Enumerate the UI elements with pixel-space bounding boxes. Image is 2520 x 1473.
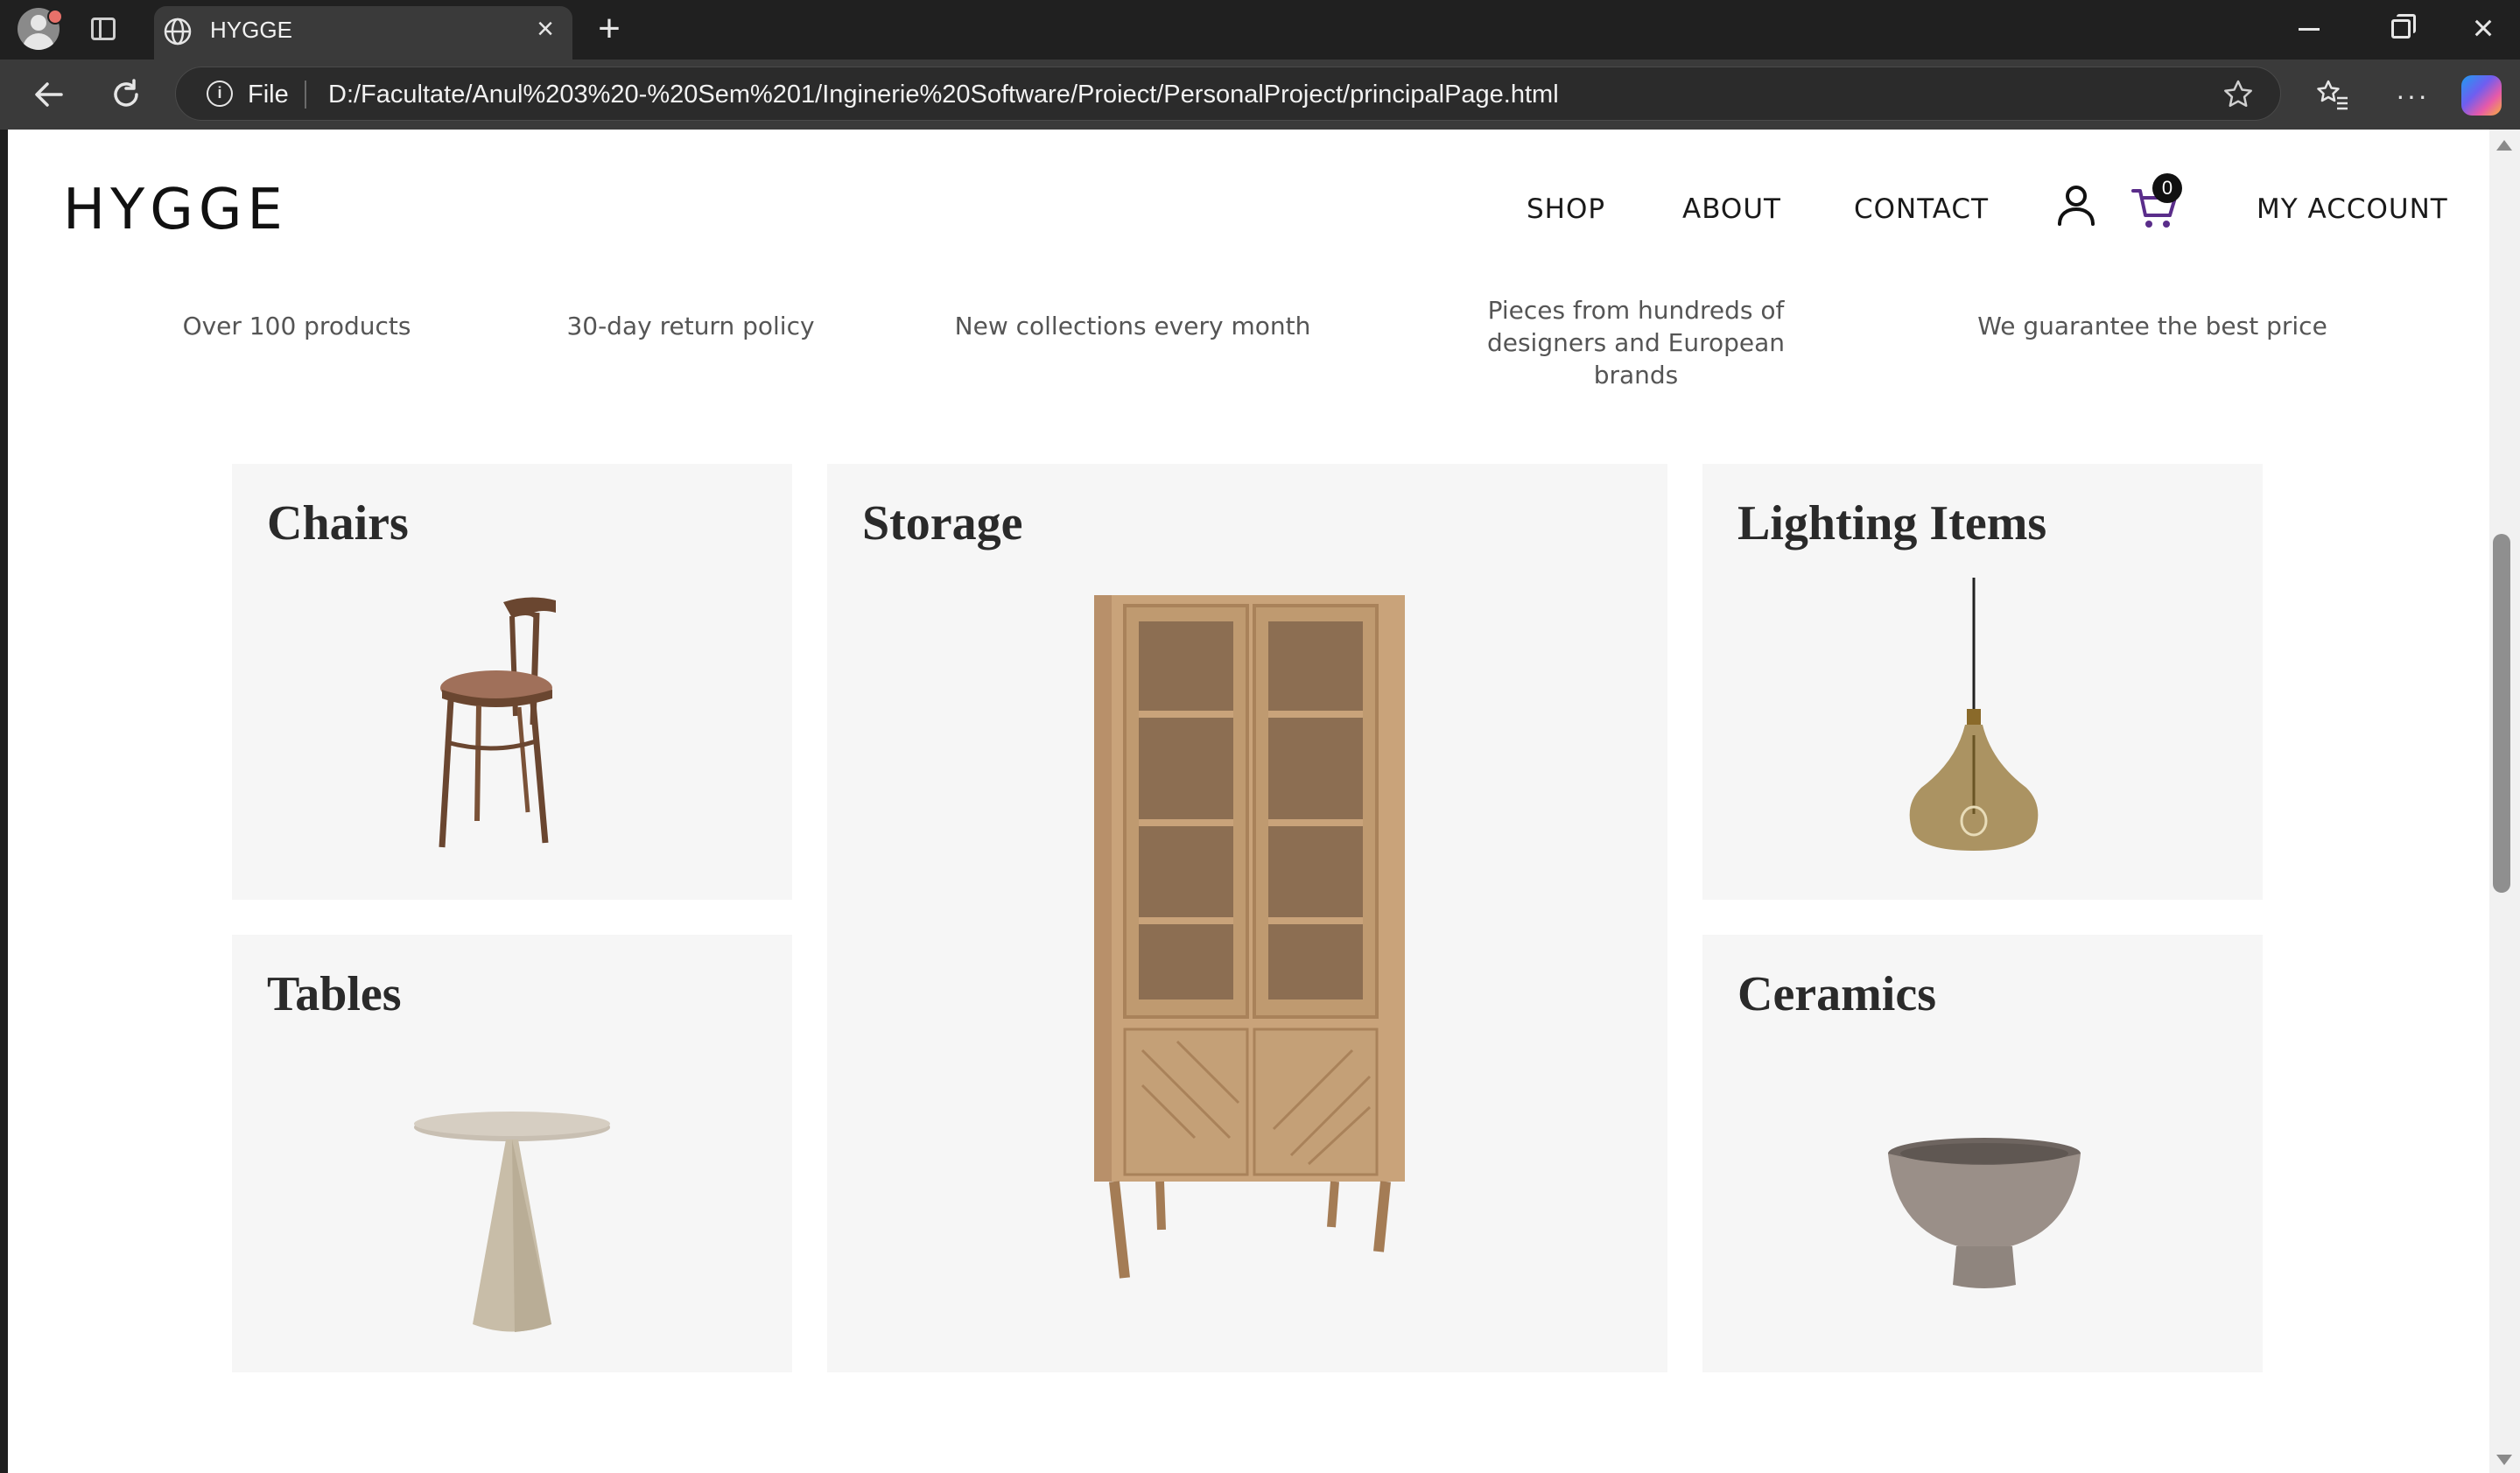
info-icon[interactable]: i <box>207 81 233 107</box>
category-card-storage[interactable]: Storage <box>827 464 1667 1372</box>
tab-title: HYGGE <box>210 17 292 43</box>
globe-icon <box>164 18 192 46</box>
nav-shop[interactable]: SHOP <box>1527 193 1605 226</box>
category-title-ceramics: Ceramics <box>1737 967 1937 1021</box>
scroll-down-arrow-icon[interactable] <box>2496 1455 2512 1465</box>
restore-icon[interactable] <box>2391 19 2411 39</box>
page-viewport: HYGGE SHOP ABOUT CONTACT 0 MY ACCOUNT Ov… <box>8 130 2489 1473</box>
user-icon[interactable] <box>2056 184 2096 228</box>
category-card-tables[interactable]: Tables <box>232 935 792 1372</box>
tab-close-icon[interactable]: × <box>530 14 560 44</box>
new-tab-icon[interactable]: + <box>592 10 627 48</box>
category-title-tables: Tables <box>267 967 402 1021</box>
window-close-icon[interactable]: × <box>2467 10 2500 46</box>
reload-icon[interactable] <box>107 75 145 114</box>
feature-products: Over 100 products <box>182 312 411 340</box>
category-card-chairs[interactable]: Chairs <box>232 464 792 900</box>
feature-designers: Pieces from hundreds of designers and Eu… <box>1486 296 1786 389</box>
category-card-lighting[interactable]: Lighting Items <box>1702 464 2263 900</box>
url-text[interactable]: D:/Facultate/Anul%203%20-%20Sem%201/Ingi… <box>328 79 1559 110</box>
cart-count-badge: 0 <box>2152 173 2182 203</box>
nav-contact[interactable]: CONTACT <box>1854 193 1989 226</box>
back-arrow-icon[interactable] <box>30 75 68 114</box>
favorites-list-icon[interactable] <box>2314 77 2349 112</box>
my-account-link[interactable]: MY ACCOUNT <box>2257 193 2448 226</box>
copilot-icon[interactable] <box>2461 75 2502 116</box>
storage-cabinet-image <box>1094 595 1405 1279</box>
profile-notification-dot <box>47 9 63 25</box>
nav-about[interactable]: ABOUT <box>1682 193 1781 226</box>
table-image <box>414 1112 610 1332</box>
category-title-chairs: Chairs <box>267 496 409 551</box>
ceramic-bowl-image <box>1888 1138 2081 1288</box>
more-options-icon[interactable]: ··· <box>2395 81 2430 109</box>
tab-actions-icon[interactable] <box>91 18 116 40</box>
category-card-ceramics[interactable]: Ceramics <box>1702 935 2263 1372</box>
address-prefix: File <box>248 81 289 109</box>
feature-collections: New collections every month <box>954 312 1311 340</box>
site-logo[interactable]: HYGGE <box>63 179 288 242</box>
category-title-storage: Storage <box>862 496 1023 551</box>
minimize-icon[interactable] <box>2299 28 2320 31</box>
favorite-star-icon[interactable] <box>2222 78 2255 111</box>
scrollbar-thumb[interactable] <box>2493 534 2510 893</box>
category-title-lighting: Lighting Items <box>1737 496 2047 551</box>
chair-image <box>439 597 556 848</box>
address-separator <box>305 81 306 109</box>
feature-returns: 30-day return policy <box>566 312 815 340</box>
scroll-up-arrow-icon[interactable] <box>2496 140 2512 151</box>
feature-best-price: We guarantee the best price <box>1977 312 2327 340</box>
pendant-lamp-image <box>1909 578 2039 851</box>
